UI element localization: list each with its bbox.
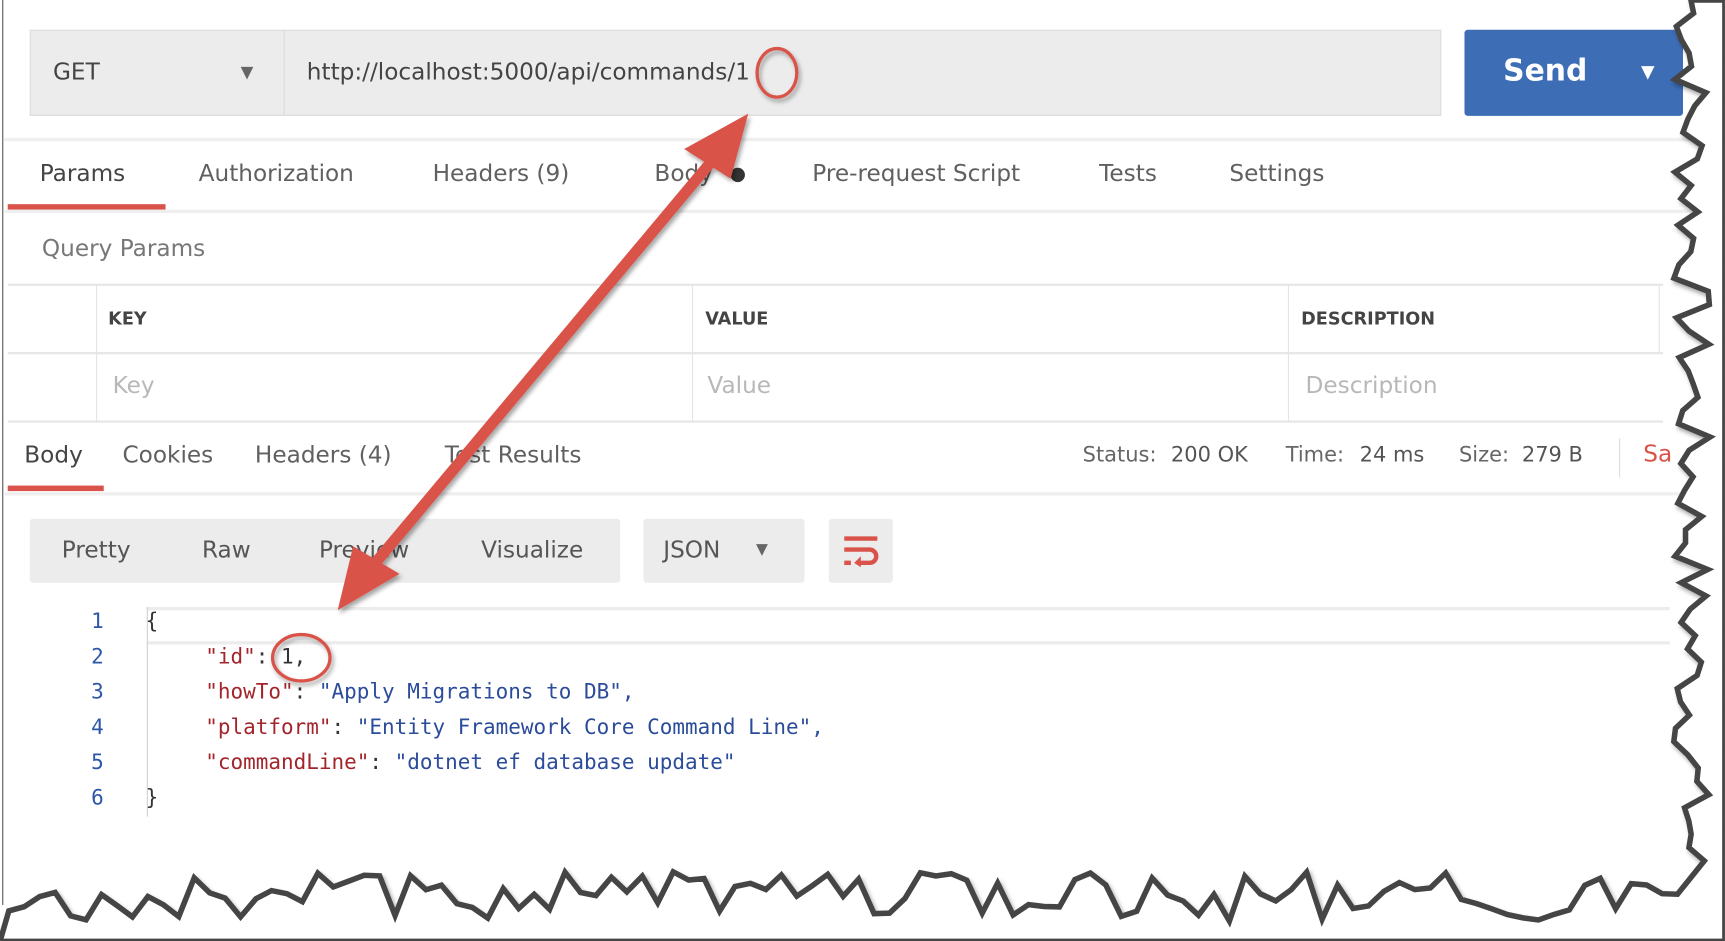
torn-edge	[0, 0, 1725, 941]
response-id-highlight-circle	[270, 632, 332, 683]
url-id-highlight-circle	[755, 46, 799, 99]
postman-window: GET ▼ http://localhost:5000/api/commands…	[0, 0, 1725, 941]
double-arrow-annotation	[337, 113, 749, 611]
annotation-layer	[0, 0, 1725, 941]
